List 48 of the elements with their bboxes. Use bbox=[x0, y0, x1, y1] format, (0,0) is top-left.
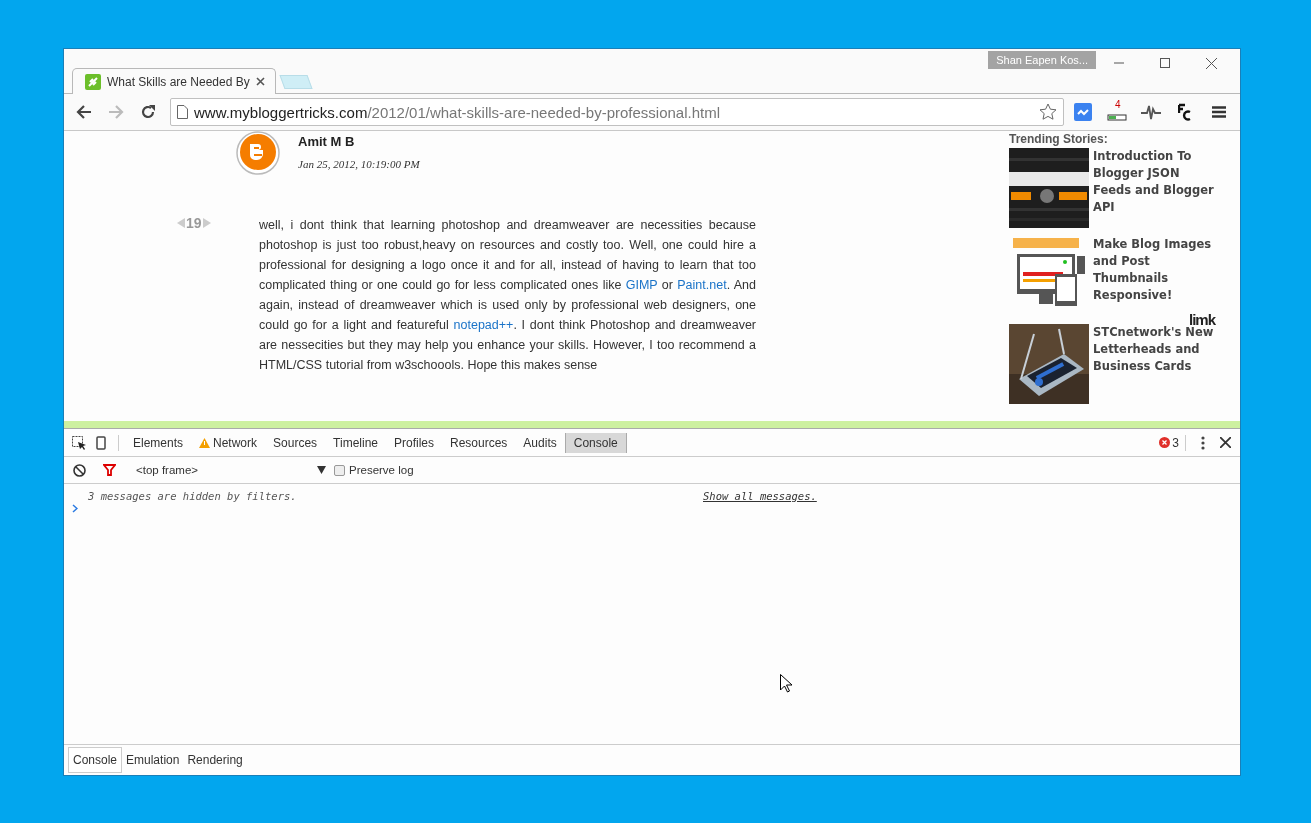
devtools-tab[interactable]: Resources bbox=[442, 432, 516, 453]
error-count[interactable]: 3 bbox=[1172, 435, 1179, 450]
error-icon bbox=[1159, 437, 1171, 448]
devtools-tab[interactable]: Profiles bbox=[386, 432, 442, 453]
horizontal-scrollbar[interactable] bbox=[64, 421, 1240, 429]
devtools-tab[interactable]: Audits bbox=[515, 432, 565, 453]
fc-extension-icon[interactable] bbox=[1178, 103, 1192, 121]
maximize-icon[interactable] bbox=[1160, 58, 1170, 68]
console-message: 3 messages are hidden by filters. bbox=[88, 490, 297, 502]
page-icon bbox=[177, 105, 188, 119]
comment-text: well, i dont think that learning photoshop and dreamweaver are necessities because photoshop is just too robust,heavy on resources and costly too. Well, one could hire a professional for designing a logo once it and for all, instead of having to learn that too complicated thing or one could go for less complicated ones like GIMP or Paint.net. And again, instead of dreamweaver which is used only by professional web designers, one could go for a light and featureful notepad++. I dont think Photoshop and dreamweaver are nessecities but they may help you enhance your skills. However, I too recommend a HTML/CSS tutorial from w3schoools. Hope this makes sense bbox=[259, 217, 756, 374]
menu-icon[interactable] bbox=[1212, 106, 1226, 118]
notification-count: 4 bbox=[1115, 99, 1121, 110]
link[interactable]: GIMP bbox=[625, 278, 658, 292]
comment-author[interactable]: Amit M B bbox=[298, 134, 355, 149]
drawer-tab[interactable]: Emulation bbox=[122, 748, 184, 772]
story-title[interactable]: Make Blog Images and Post Thumbnails Responsive! bbox=[1093, 236, 1219, 304]
link[interactable]: Paint.net bbox=[677, 278, 727, 292]
vote-count: 19 bbox=[186, 215, 202, 231]
back-icon[interactable] bbox=[76, 105, 92, 119]
devtools-tab[interactable]: Timeline bbox=[325, 432, 386, 453]
devtools-tab[interactable]: Console bbox=[564, 432, 627, 453]
link[interactable]: notepad++ bbox=[453, 318, 514, 332]
reload-icon[interactable] bbox=[140, 104, 156, 120]
comment-date: Jan 25, 2012, 10:19:00 PM bbox=[298, 158, 420, 170]
chart-extension-icon[interactable] bbox=[1074, 103, 1092, 121]
section-heading: Trending Stories: bbox=[1009, 132, 1108, 148]
show-all-link[interactable]: Show all messages. bbox=[703, 490, 817, 502]
prompt-icon bbox=[72, 504, 78, 513]
dropdown-arrow-icon[interactable] bbox=[317, 466, 326, 474]
drawer-tab[interactable]: Console bbox=[68, 747, 123, 773]
pulse-icon[interactable] bbox=[1141, 103, 1161, 121]
devtools-tab[interactable]: Sources bbox=[265, 432, 326, 453]
devtools-tab[interactable]: Elements bbox=[125, 432, 192, 453]
address-bar[interactable]: www.mybloggertricks.com/2012/01/what-skills-are-needed-by-professional.html bbox=[170, 98, 1064, 126]
devtools-tab[interactable]: Network bbox=[191, 432, 266, 453]
close-icon[interactable] bbox=[255, 77, 265, 86]
browser-tab[interactable]: What Skills are Needed By bbox=[72, 68, 276, 94]
star-icon[interactable] bbox=[1039, 103, 1057, 121]
checkbox-label[interactable]: Preserve log bbox=[349, 464, 414, 476]
warning-icon bbox=[199, 437, 211, 448]
checkbox[interactable] bbox=[334, 464, 345, 476]
cursor-icon bbox=[780, 674, 792, 693]
drawer-tab[interactable]: Rendering bbox=[183, 748, 247, 772]
story-title[interactable]: Introduction To Blogger JSON Feeds and Blogger API bbox=[1093, 148, 1219, 216]
frame-dropdown[interactable]: <top frame> bbox=[128, 464, 326, 476]
link-icon bbox=[85, 73, 101, 90]
close-icon[interactable] bbox=[1205, 57, 1217, 69]
